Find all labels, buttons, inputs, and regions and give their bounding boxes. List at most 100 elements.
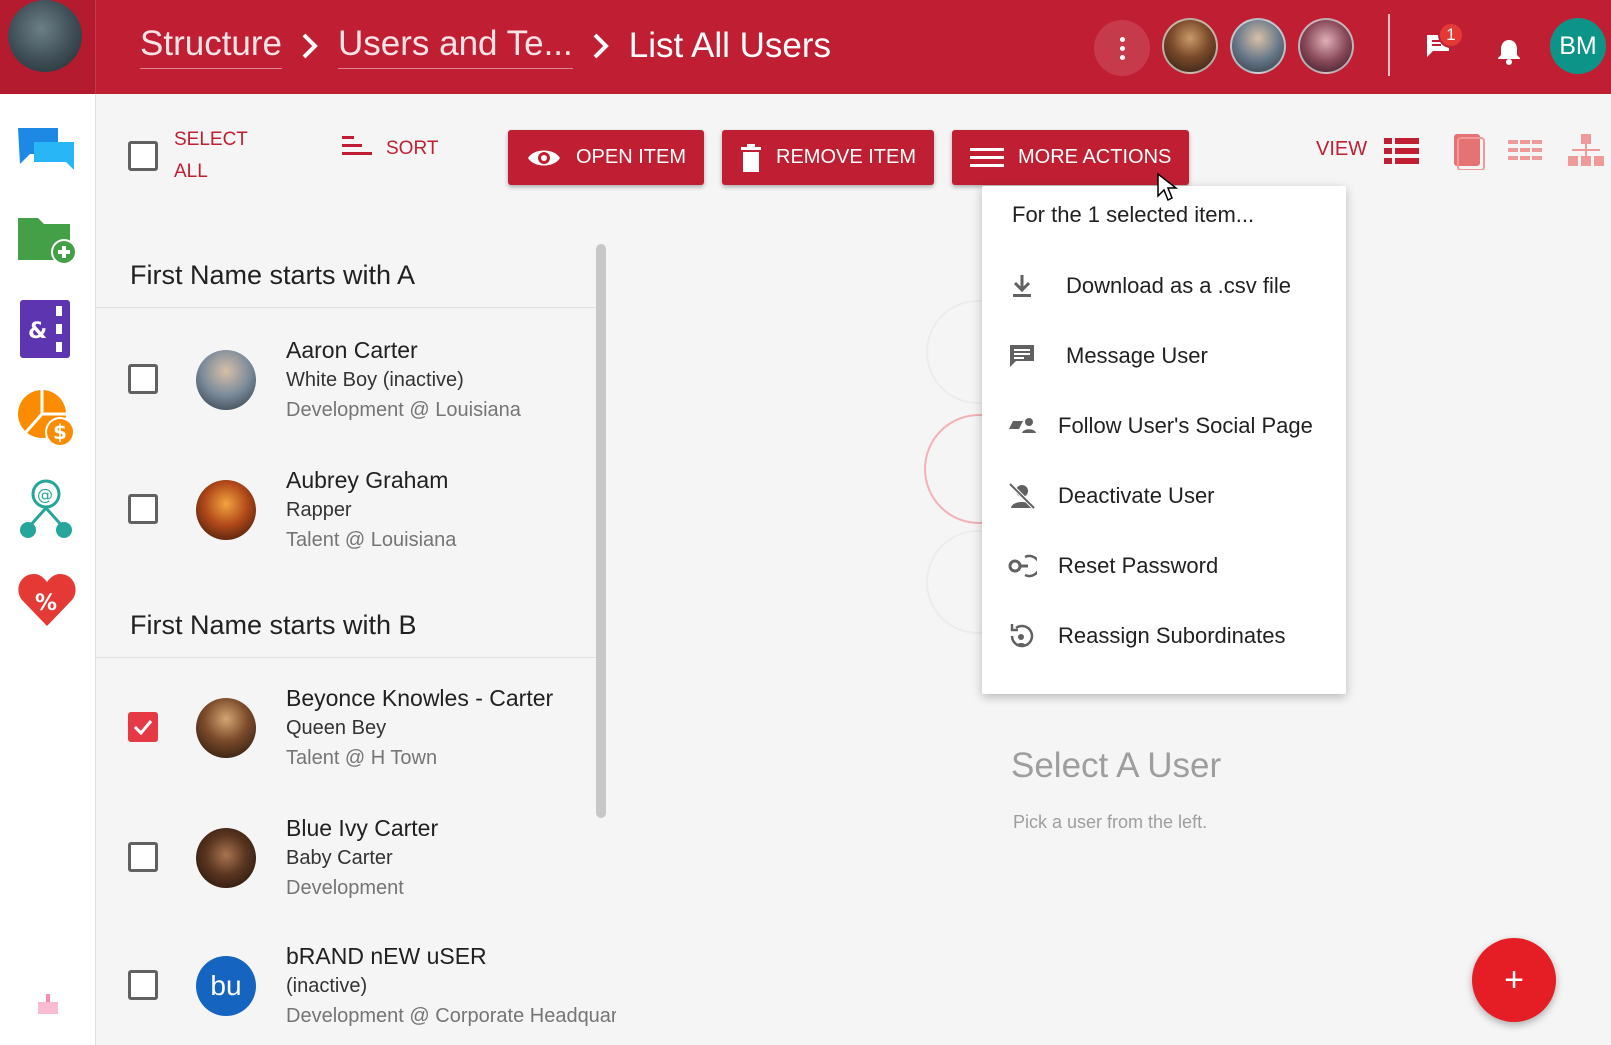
menu-item-reassign-subordinates[interactable]: Reassign Subordinates (982, 606, 1346, 666)
menu-item-label: Deactivate User (1058, 483, 1215, 508)
breadcrumb-users-and-teams[interactable]: Users and Te... (338, 24, 573, 69)
user-dept: Development (286, 877, 404, 899)
notification-badge: 1 (1438, 22, 1464, 48)
menu-item-reset-password[interactable]: Reset Password (982, 536, 1346, 596)
svg-text:$: $ (53, 420, 67, 444)
user-title: Rapper (286, 499, 352, 521)
list-scrollbar[interactable] (596, 244, 606, 818)
user-dept: Talent @ Louisiana (286, 529, 457, 551)
bell-icon[interactable] (1494, 36, 1524, 66)
breadcrumb-structure[interactable]: Structure (140, 24, 282, 69)
row-checkbox[interactable] (128, 970, 158, 1000)
open-item-button[interactable]: OPEN ITEM (508, 130, 705, 185)
eye-icon (526, 146, 562, 170)
view-list-icon[interactable] (1382, 134, 1422, 170)
empty-state-title: Select A User (1011, 746, 1222, 785)
row-checkbox[interactable] (128, 364, 158, 394)
company-logo[interactable] (8, 0, 82, 72)
user-title: White Boy (inactive) (286, 369, 464, 391)
user-text: bRAND nEW uSER (inactive) Development @ … (286, 940, 616, 1032)
row-checkbox[interactable] (128, 494, 158, 524)
contacts-book-nav-icon[interactable]: & (16, 298, 78, 360)
remove-item-button[interactable]: REMOVE ITEM (722, 130, 935, 185)
user-list: First Name starts with A Aaron Carter Wh… (96, 208, 616, 1045)
user-text: Aaron Carter White Boy (inactive) Develo… (286, 334, 616, 426)
menu-item-label: Reset Password (1058, 553, 1219, 578)
list-item[interactable]: Beyonce Knowles - Carter Queen Bey Talen… (96, 668, 616, 798)
menu-header: For the 1 selected item... (1012, 202, 1255, 227)
more-actions-button[interactable]: MORE ACTIONS (952, 130, 1190, 185)
add-folder-nav-icon[interactable] (16, 208, 78, 270)
plus-icon: + (1504, 960, 1524, 999)
email-network-nav-icon[interactable]: @ (16, 478, 78, 540)
more-actions-menu: For the 1 selected item... Download as a… (982, 186, 1346, 694)
avatar: bu (196, 956, 256, 1016)
user-title: (inactive) (286, 975, 368, 997)
list-item[interactable]: Aaron Carter White Boy (inactive) Develo… (96, 320, 616, 450)
user-dept: Talent @ H Town (286, 747, 438, 769)
menu-item-message-user[interactable]: Message User (982, 326, 1346, 386)
brand-cell (0, 0, 96, 94)
recent-user-avatar-beyonce[interactable] (1162, 18, 1218, 74)
more-actions-label: MORE ACTIONS (1018, 146, 1172, 168)
group-header-a: First Name starts with A (96, 238, 596, 308)
birthday-cake-icon[interactable] (34, 988, 62, 1016)
user-title: Baby Carter (286, 847, 393, 869)
user-title: Queen Bey (286, 717, 387, 739)
messages-nav-icon[interactable] (16, 122, 78, 184)
avatar (196, 698, 256, 758)
list-item[interactable]: Aubrey Graham Rapper Talent @ Louisiana (96, 450, 616, 580)
group-header-label: First Name starts with B (130, 610, 417, 640)
user-dept: Development @ Louisiana (286, 399, 521, 421)
row-checkbox[interactable] (128, 712, 158, 742)
view-table-icon[interactable] (1506, 134, 1546, 170)
sort-button[interactable]: SORT (342, 134, 438, 163)
recent-user-avatar-3[interactable] (1298, 18, 1354, 74)
breadcrumb: Structure Users and Te... List All Users (140, 18, 831, 74)
menu-item-label: Download as a .csv file (1066, 273, 1291, 298)
group-header-label: First Name starts with A (130, 260, 416, 290)
current-user-avatar[interactable]: BM (1550, 18, 1606, 74)
page-title: List All Users (628, 26, 832, 65)
svg-text:@: @ (37, 485, 53, 504)
user-name: Aaron Carter (286, 337, 418, 363)
finance-chart-nav-icon[interactable]: $ (16, 388, 78, 450)
chevron-right-icon (573, 31, 629, 61)
menu-icon (970, 146, 1004, 170)
reassign-icon (1006, 620, 1038, 652)
more-options-button[interactable] (1094, 20, 1150, 76)
menu-item-label: Reassign Subordinates (1058, 623, 1286, 648)
user-name: Blue Ivy Carter (286, 815, 439, 841)
view-cards-icon[interactable] (1446, 134, 1486, 171)
row-checkbox[interactable] (128, 842, 158, 872)
group-header-b: First Name starts with B (96, 588, 596, 658)
menu-item-download-csv[interactable]: Download as a .csv file (982, 256, 1346, 316)
view-org-chart-icon[interactable] (1566, 134, 1606, 170)
select-all-checkbox[interactable] (128, 141, 158, 171)
user-text: Aubrey Graham Rapper Talent @ Louisiana (286, 464, 616, 556)
left-nav-rail: & $ @ % (0, 94, 96, 1045)
person-off-icon (1006, 480, 1038, 512)
menu-item-label: Message User (1066, 343, 1208, 368)
menu-item-deactivate-user[interactable]: Deactivate User (982, 466, 1346, 526)
follow-icon (1006, 410, 1038, 442)
sort-label: SORT (386, 137, 439, 159)
chevron-right-icon (282, 31, 338, 61)
remove-item-label: REMOVE ITEM (776, 146, 917, 168)
download-icon (1006, 270, 1038, 302)
select-all-label[interactable]: SELECT ALL (174, 124, 264, 188)
list-item[interactable]: Blue Ivy Carter Baby Carter Development (96, 798, 616, 928)
message-icon (1006, 340, 1038, 372)
user-text: Blue Ivy Carter Baby Carter Development (286, 812, 616, 904)
divider (1388, 14, 1390, 76)
add-user-fab[interactable]: + (1472, 938, 1556, 1022)
avatar (196, 350, 256, 410)
avatar (196, 828, 256, 888)
recent-user-avatar-aaron[interactable] (1230, 18, 1286, 74)
list-item[interactable]: bu bRAND nEW uSER (inactive) Development… (96, 926, 616, 1045)
heart-percent-nav-icon[interactable]: % (16, 568, 78, 630)
svg-text:%: % (35, 591, 57, 616)
avatar (196, 480, 256, 540)
menu-item-follow-social[interactable]: Follow User's Social Page (982, 396, 1346, 456)
select-all-control[interactable]: SELECT ALL (128, 124, 264, 188)
